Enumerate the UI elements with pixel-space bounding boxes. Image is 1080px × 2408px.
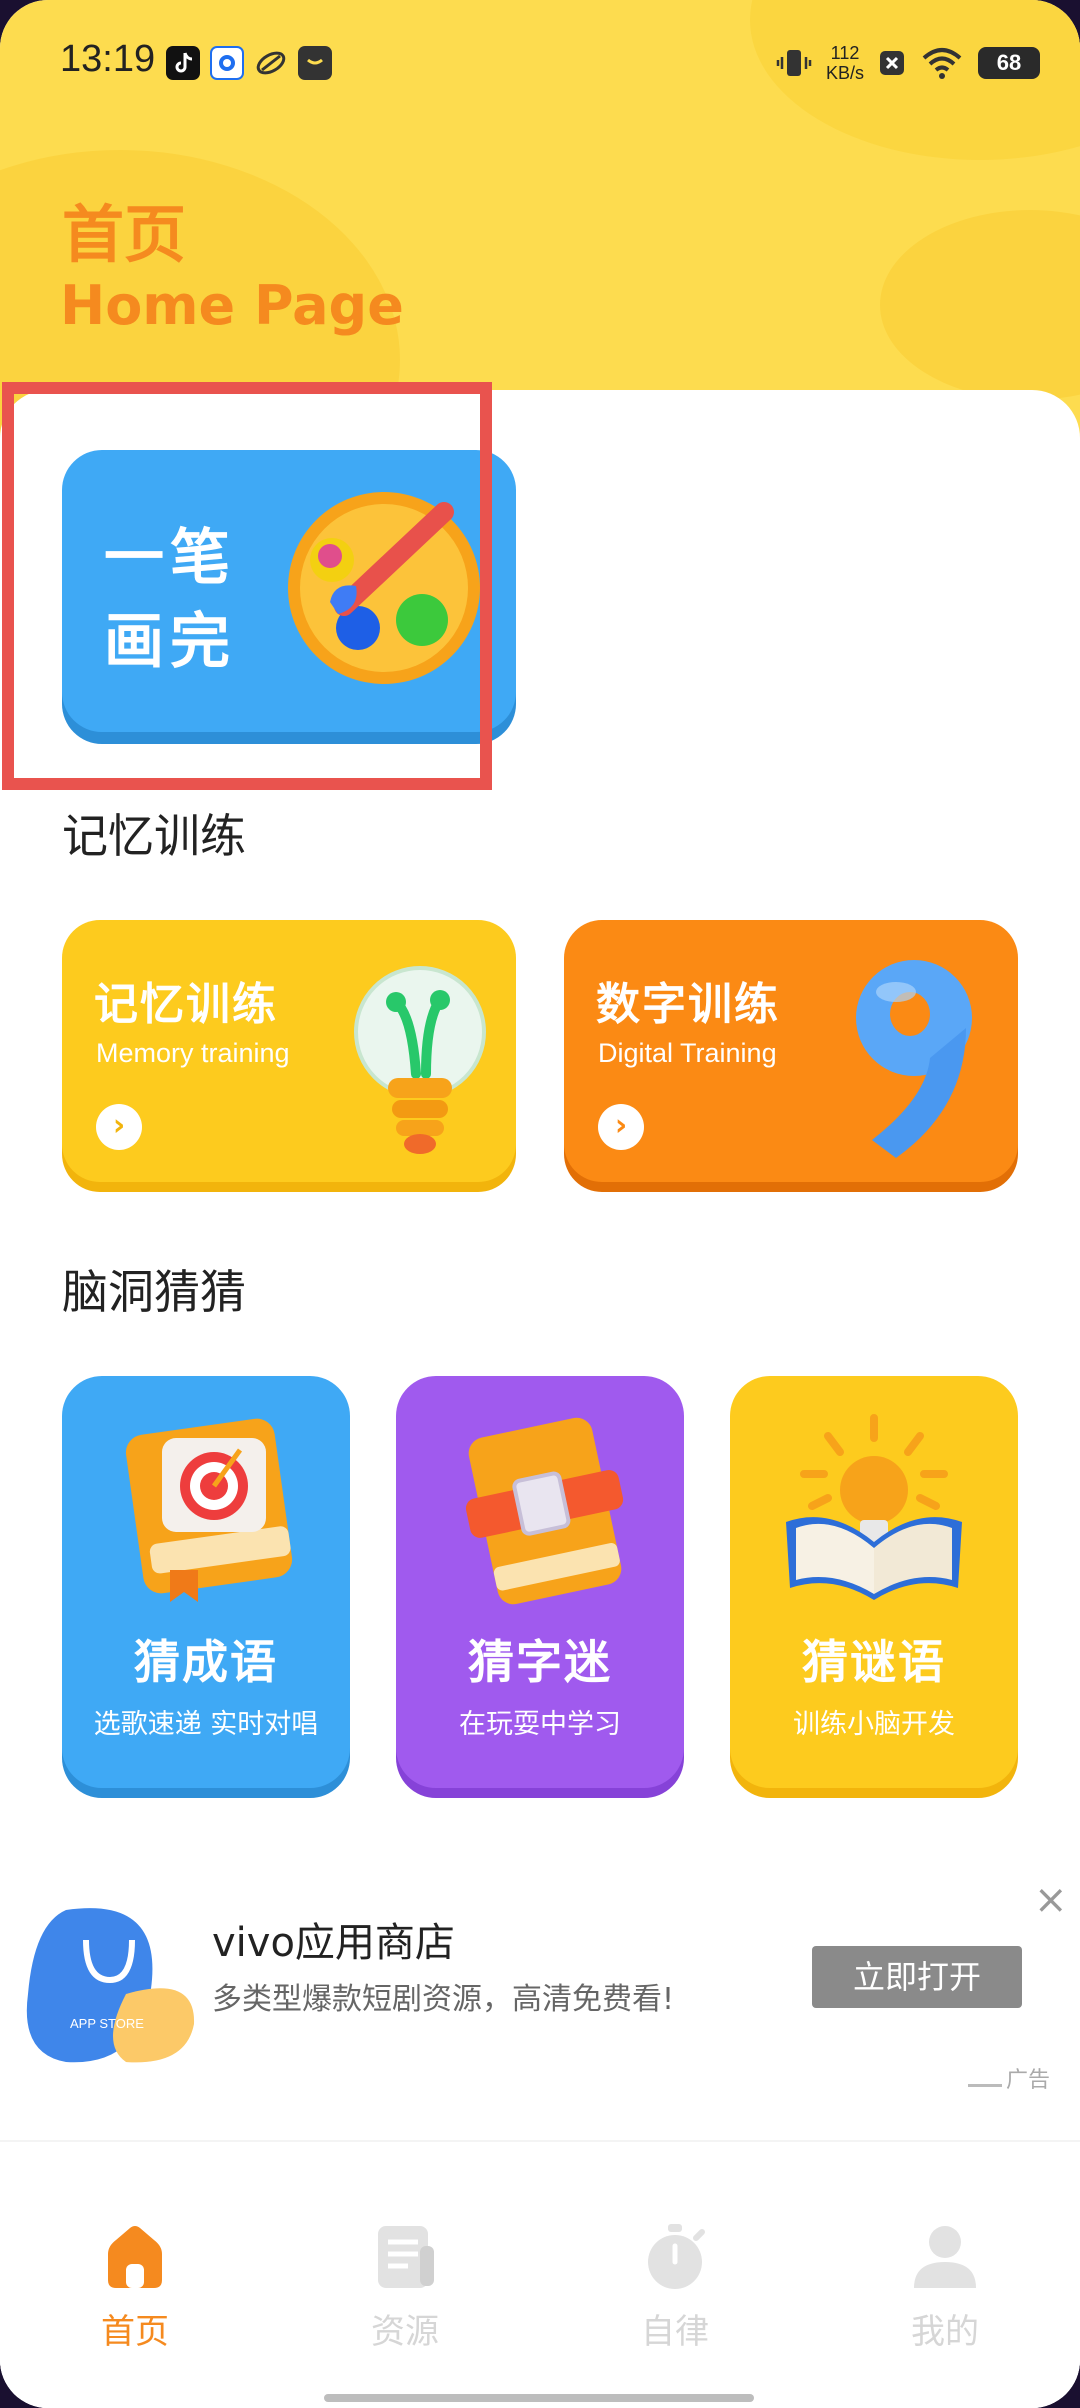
stopwatch-icon [648, 2224, 705, 2289]
nav-item-resources[interactable]: 资源 [325, 2224, 485, 2353]
bottom-nav: 首页 资源 自律 我的 [0, 2140, 1080, 2408]
wifi-icon [922, 48, 962, 79]
status-right: 112 KB/s 68 [776, 38, 1040, 88]
memory-training-title: 记忆训练 [94, 979, 278, 1030]
nav-label-self-discipline: 自律 [641, 2312, 709, 2352]
lightbulb-icon [354, 966, 486, 1154]
chevron-right-icon[interactable]: › [598, 1104, 644, 1150]
memory-training-subtitle: Memory training [96, 1038, 290, 1068]
battery-indicator: 68 [978, 47, 1040, 79]
page-subtitle: Home Page [60, 274, 404, 337]
gesture-home-bar[interactable] [324, 2394, 754, 2402]
status-time: 13:19 [60, 38, 156, 80]
guess-riddle-subtitle: 训练小脑开发 [793, 1709, 955, 1740]
sim-disabled-icon [880, 51, 904, 75]
guess-idiom-title: 猜成语 [134, 1635, 278, 1689]
selection-highlight [2, 382, 492, 790]
guess-character-riddle-title: 猜字迷 [468, 1635, 612, 1689]
guess-character-riddle-subtitle: 在玩耍中学习 [459, 1709, 621, 1740]
digital-training-subtitle: Digital Training [598, 1038, 777, 1068]
leaf-app-icon [254, 46, 288, 80]
status-bar: 13:19 112 KB/s 68 [0, 30, 1080, 100]
guess-idiom-subtitle: 选歌速递 实时对唱 [93, 1709, 319, 1740]
header-blob [880, 210, 1080, 400]
screen: 13:19 112 KB/s 68 首页 Home Page 一笔画完 记忆训练… [0, 0, 1080, 2408]
nav-item-mine[interactable]: 我的 [865, 2224, 1025, 2353]
browser-icon [210, 46, 244, 80]
page-title: 首页 [62, 198, 187, 271]
app-store-logo-text: APP STORE [70, 2016, 144, 2031]
target-book-icon [125, 1418, 293, 1602]
ad-open-button[interactable]: 立即打开 [812, 1946, 1022, 2008]
ad-app-name: vivo应用商店 [212, 1920, 455, 1966]
nav-item-home[interactable]: 首页 [55, 2224, 215, 2353]
net-speed-value: 112 [830, 43, 860, 63]
app-store-logo: APP STORE [26, 1908, 195, 2063]
open-book-bulb-icon [786, 1414, 962, 1600]
ad-brand-icon [968, 2075, 1002, 2087]
guess-idiom-card[interactable]: 猜成语 选歌速递 实时对唱 [62, 1376, 350, 1788]
ad-label: 广告 [968, 2062, 1050, 2094]
guess-character-riddle-card[interactable]: 猜字迷 在玩耍中学习 [396, 1376, 684, 1788]
home-icon [108, 2226, 162, 2288]
guess-riddle-title: 猜谜语 [802, 1635, 946, 1689]
net-speed: 112 KB/s [826, 43, 864, 83]
nav-label-resources: 资源 [371, 2312, 439, 2352]
digital-training-title: 数字训练 [596, 979, 780, 1030]
memory-section-title: 记忆训练 [62, 809, 246, 863]
digital-training-card[interactable]: 数字训练 Digital Training › [564, 920, 1018, 1182]
ad-banner[interactable]: APP STORE vivo应用商店 多类型爆款短剧资源，高清免费看! 立即打开… [0, 1860, 1080, 2100]
memory-training-card[interactable]: 记忆训练 Memory training › [62, 920, 516, 1182]
ad-label-text: 广告 [1006, 2068, 1051, 2093]
nav-label-home: 首页 [101, 2312, 169, 2352]
net-speed-unit: KB/s [825, 63, 864, 83]
nav-label-mine: 我的 [911, 2312, 979, 2352]
vibrate-icon [776, 50, 812, 76]
closed-book-icon [465, 1417, 624, 1605]
nav-item-self-discipline[interactable]: 自律 [595, 2224, 755, 2353]
brain-section-title: 脑洞猜猜 [62, 1265, 246, 1319]
document-icon [378, 2226, 434, 2288]
ad-description: 多类型爆款短剧资源，高清免费看! [212, 1982, 675, 2017]
bag-app-icon [298, 46, 332, 80]
number-nine-icon [856, 960, 972, 1158]
tiktok-icon [166, 46, 200, 80]
person-icon [914, 2226, 976, 2288]
chevron-right-icon[interactable]: › [96, 1104, 142, 1150]
close-icon[interactable]: × [1034, 1880, 1068, 1920]
guess-riddle-card[interactable]: 猜谜语 训练小脑开发 [730, 1376, 1018, 1788]
